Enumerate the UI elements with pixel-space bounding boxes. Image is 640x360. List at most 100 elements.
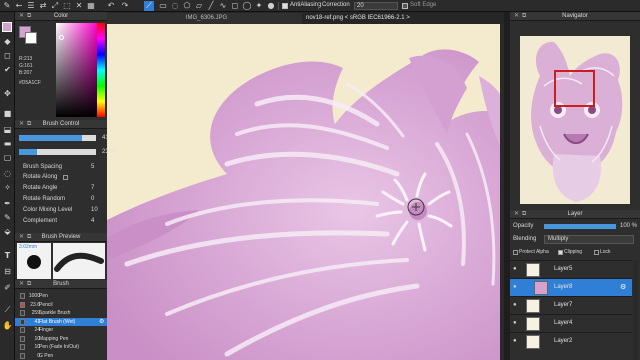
soft-edge-checkbox[interactable] <box>402 3 408 9</box>
tab-img-6306[interactable]: IMG_6306.JPG <box>107 13 302 24</box>
close-icon[interactable]: ✕ <box>19 233 24 242</box>
clipping-checkbox[interactable] <box>558 250 563 255</box>
grid-icon[interactable]: ▦ <box>86 1 96 11</box>
wand-tool-icon[interactable]: ✧ <box>1 182 14 193</box>
brush-list-item[interactable]: 1000 Pen <box>15 292 107 300</box>
antialiasing-checkbox[interactable] <box>282 3 288 9</box>
pen-tool-icon[interactable]: ✐ <box>1 282 14 293</box>
layer-visibility-icon[interactable]: ● <box>513 266 517 272</box>
popout-icon[interactable]: ⧉ <box>27 12 31 21</box>
layer-opacity-slider[interactable] <box>544 224 616 229</box>
stabilizer-icon[interactable]: ⟋ <box>144 1 154 11</box>
layer-row[interactable]: ● Layer4 <box>510 314 632 332</box>
layer-settings-gear-icon[interactable]: ⚙ <box>620 283 626 291</box>
saturation-value-picker[interactable] <box>56 23 98 117</box>
line-icon[interactable]: ╱ <box>206 1 216 11</box>
foreground-color-swatch[interactable] <box>2 22 12 32</box>
navigator-thumbnail[interactable] <box>520 36 630 204</box>
param-color-mixing-value[interactable]: 10 <box>91 207 98 213</box>
checkmark-tool-icon[interactable]: ✔ <box>1 64 14 75</box>
brush-list-item[interactable]: 24 Finger <box>15 326 107 334</box>
layer-row[interactable]: ● Layer7 <box>510 296 632 314</box>
layer-list-scrollbar[interactable] <box>633 260 638 360</box>
brush-list-item[interactable]: 10 Pen (Fade In/Out) <box>15 343 107 351</box>
ellipse-icon[interactable]: ◯ <box>242 1 252 11</box>
correction-select[interactable]: 20 <box>354 2 398 10</box>
param-rotate-random-value[interactable]: 0 <box>91 196 94 202</box>
expand-icon[interactable]: ⤢ <box>50 1 60 11</box>
lasso-icon[interactable]: ◌ <box>170 1 180 11</box>
navigator-viewport-rect[interactable] <box>554 70 595 107</box>
brush-list-item[interactable]: 41 Flat Brush (Wet) ⚙ <box>15 317 107 326</box>
brush-settings-gear-icon[interactable]: ⚙ <box>99 318 104 326</box>
layer-visibility-icon[interactable]: ● <box>513 338 517 344</box>
square-tool-icon[interactable]: ■ <box>1 108 14 119</box>
curve-icon[interactable]: ∿ <box>218 1 228 11</box>
popout-icon[interactable]: ⧉ <box>27 233 31 242</box>
popout-icon[interactable]: ⧉ <box>27 120 31 129</box>
close-window-icon[interactable]: ✕ <box>74 1 84 11</box>
rect-tool-icon[interactable]: ▢ <box>1 152 14 163</box>
hue-slider[interactable] <box>97 23 105 117</box>
brush-size-slider[interactable] <box>19 135 96 141</box>
back-arrow-icon[interactable]: ← <box>14 1 24 11</box>
param-rotate-angle-value[interactable]: 7 <box>91 185 94 191</box>
layer-row[interactable]: ● Layer5 <box>510 260 632 278</box>
popout-icon[interactable]: ⧉ <box>27 280 31 289</box>
canvas-vertical-scrollbar[interactable] <box>500 24 504 360</box>
hand-tool-icon[interactable]: ✋ <box>1 320 14 331</box>
blending-mode-select[interactable]: Multiply <box>544 235 634 244</box>
layer-row[interactable]: ● Layer2 <box>510 332 632 350</box>
rectangle-select-icon[interactable]: ▭ <box>158 1 168 11</box>
drawing-canvas[interactable] <box>107 24 504 360</box>
brush-list-item[interactable]: 0G Pen <box>15 352 107 360</box>
close-icon[interactable]: ✕ <box>19 12 24 21</box>
undo-icon[interactable]: ↶ <box>106 1 116 11</box>
background-swatch[interactable] <box>25 32 37 44</box>
popout-icon[interactable]: ⧉ <box>522 210 526 219</box>
rotate-along-checkbox[interactable] <box>63 175 68 180</box>
text-tool-icon[interactable]: T <box>1 250 14 261</box>
gradient-tool-icon[interactable]: ▬ <box>1 138 14 149</box>
tab-nov18-ref[interactable]: nov18-ref.png < sRGB IEC61966-2.1 > <box>302 13 504 24</box>
close-icon[interactable]: ✕ <box>19 280 24 289</box>
selection-tool-icon[interactable]: ◻ <box>1 50 14 61</box>
popout-icon[interactable]: ⧉ <box>522 12 526 21</box>
star-icon[interactable]: ✦ <box>254 1 264 11</box>
layer-thumbnail <box>526 263 540 277</box>
layer-visibility-icon[interactable]: ● <box>513 302 517 308</box>
close-icon[interactable]: ✕ <box>514 12 519 21</box>
color-picker-handle[interactable] <box>59 35 64 40</box>
protect-alpha-checkbox[interactable] <box>513 250 518 255</box>
layer-row[interactable]: ● Layer8 ⚙ <box>510 278 632 296</box>
shape-icon[interactable]: ◻ <box>230 1 240 11</box>
layer-visibility-icon[interactable]: ● <box>513 320 517 326</box>
brush-list-item[interactable]: 259 Sparkle Brush <box>15 309 107 317</box>
brush-tool-icon[interactable]: ✎ <box>1 212 14 223</box>
eraser-tool-icon[interactable]: ◆ <box>1 36 14 47</box>
lasso-tool-icon[interactable]: ◌ <box>1 168 14 179</box>
move-tool-icon[interactable]: ✥ <box>1 88 14 99</box>
brush-opacity-slider[interactable] <box>19 149 96 155</box>
pen-tool-icon[interactable]: ✎ <box>2 1 12 11</box>
lock-checkbox[interactable] <box>594 250 599 255</box>
menu-icon[interactable]: ☰ <box>26 1 36 11</box>
swap-icon[interactable]: ⇄ <box>38 1 48 11</box>
param-brush-spacing-value[interactable]: 5 <box>91 164 94 170</box>
param-complement-value[interactable]: 4 <box>91 218 94 224</box>
dropper-tool-icon[interactable]: ⟋ <box>1 304 14 315</box>
close-icon[interactable]: ✕ <box>514 210 519 219</box>
eyedropper-tool-icon[interactable]: ✒ <box>1 198 14 209</box>
eraser-icon[interactable]: ▱ <box>194 1 204 11</box>
fill-tool-icon[interactable]: ⬓ <box>1 124 14 135</box>
frame-tool-icon[interactable]: ⊟ <box>1 266 14 277</box>
select-icon[interactable]: ⬚ <box>62 1 72 11</box>
redo-icon[interactable]: ↷ <box>120 1 130 11</box>
bucket-tool-icon[interactable]: ⬙ <box>1 226 14 237</box>
brush-list-item[interactable]: 10 Mapping Pen <box>15 335 107 343</box>
brush-list-item[interactable]: 23.6 Pencil <box>15 301 107 309</box>
layer-visibility-icon[interactable]: ● <box>513 284 517 290</box>
polygon-icon[interactable]: ⬠ <box>182 1 192 11</box>
close-icon[interactable]: ✕ <box>19 120 24 129</box>
dot-icon[interactable]: ● <box>266 1 276 11</box>
